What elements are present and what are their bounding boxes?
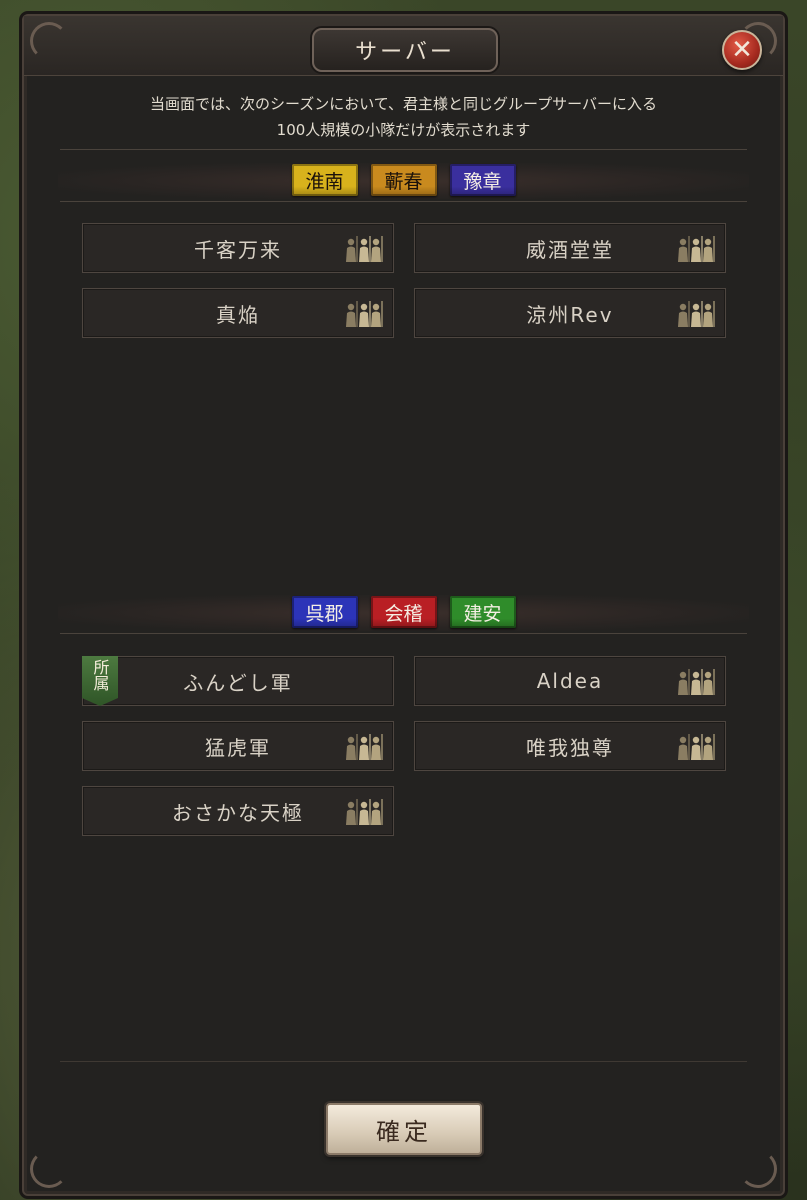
divider — [60, 201, 747, 202]
soldiers-icon — [678, 669, 715, 695]
divider — [60, 149, 747, 150]
squad-card-own[interactable]: 所属 ふんどし軍 — [82, 656, 394, 706]
squad-name: 唯我独尊 — [526, 735, 614, 760]
ornament-corner — [30, 22, 68, 60]
region-flag: 会稽 — [370, 596, 437, 628]
ornament-corner — [739, 1150, 777, 1188]
squad-card[interactable]: Aldea — [414, 656, 726, 706]
squad-card[interactable]: おさかな天極 — [82, 786, 394, 836]
soldiers-icon — [346, 799, 383, 825]
affiliation-badge: 所属 — [82, 656, 118, 706]
region-flag: 豫章 — [449, 164, 516, 196]
region-flag: 蘄春 — [370, 164, 437, 196]
ornament-corner — [30, 1150, 68, 1188]
squad-card[interactable]: 千客万来 — [82, 223, 394, 273]
soldiers-icon — [346, 236, 383, 262]
squad-name: 猛虎軍 — [205, 735, 271, 760]
region-flag-label: 蘄春 — [384, 170, 423, 193]
divider — [60, 633, 747, 634]
squad-name: 千客万来 — [194, 237, 282, 262]
confirm-button[interactable]: 確定 — [326, 1103, 482, 1155]
region-flag-label: 呉郡 — [305, 602, 344, 625]
squad-card[interactable]: 真焔 — [82, 288, 394, 338]
region-flag: 建安 — [449, 596, 516, 628]
region-flag: 呉郡 — [291, 596, 358, 628]
soldiers-icon — [346, 734, 383, 760]
squad-name: 涼州Rev — [526, 302, 614, 327]
squad-card[interactable]: 唯我独尊 — [414, 721, 726, 771]
region-flag: 淮南 — [291, 164, 358, 196]
notice-line-1: 当画面では、次のシーズンにおいて、君主様と同じグループサーバーに入る — [149, 95, 657, 113]
soldiers-icon — [678, 301, 715, 327]
close-icon: ✕ — [731, 35, 753, 65]
region-flag-label: 淮南 — [305, 170, 344, 193]
region-flag-label: 会稽 — [384, 602, 423, 625]
squad-card[interactable]: 涼州Rev — [414, 288, 726, 338]
squad-card[interactable]: 威酒堂堂 — [414, 223, 726, 273]
squad-name: Aldea — [536, 669, 604, 693]
squad-name: 威酒堂堂 — [526, 237, 614, 262]
region-flag-label: 建安 — [463, 602, 502, 625]
group-2-flags: 呉郡 会稽 建安 — [24, 596, 783, 628]
squad-name: おさかな天極 — [172, 800, 304, 825]
close-button[interactable]: ✕ — [722, 30, 762, 70]
notice-text: 当画面では、次のシーズンにおいて、君主様と同じグループサーバーに入る 100人規… — [24, 91, 783, 143]
soldiers-icon — [678, 236, 715, 262]
divider — [60, 1061, 747, 1062]
confirm-button-label: 確定 — [376, 1117, 432, 1146]
dialog-title-plate: サーバー — [312, 28, 498, 72]
group-1-flags: 淮南 蘄春 豫章 — [24, 164, 783, 196]
notice-line-2: 100人規模の小隊だけが表示されます — [276, 121, 531, 139]
soldiers-icon — [346, 301, 383, 327]
squad-card[interactable]: 猛虎軍 — [82, 721, 394, 771]
region-flag-label: 豫章 — [463, 170, 502, 193]
squad-name: ふんどし軍 — [183, 670, 293, 695]
affiliation-badge-text: 所属 — [90, 659, 110, 691]
squad-name: 真焔 — [216, 302, 260, 327]
soldiers-icon — [678, 734, 715, 760]
server-dialog: サーバー ✕ 当画面では、次のシーズンにおいて、君主様と同じグループサーバーに入… — [22, 14, 785, 1196]
dialog-title: サーバー — [355, 40, 455, 65]
